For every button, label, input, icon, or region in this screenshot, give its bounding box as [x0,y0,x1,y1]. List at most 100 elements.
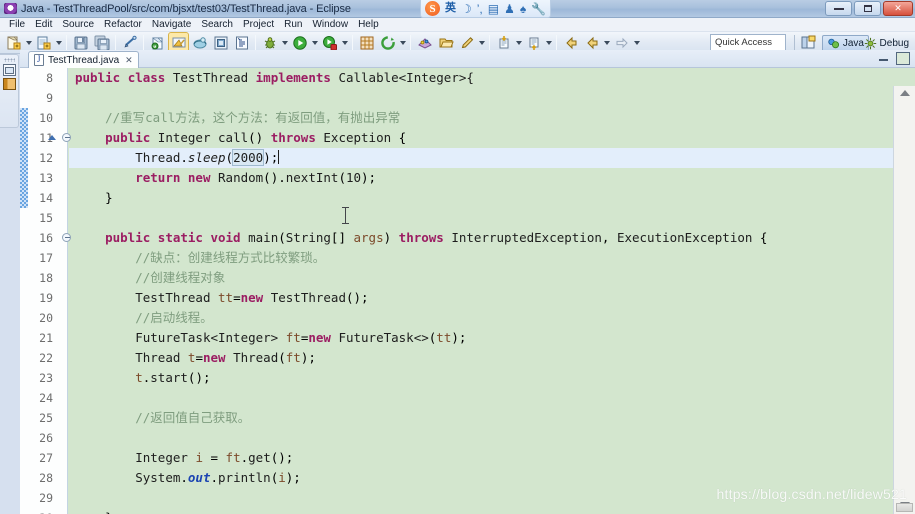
toolbar-separator [66,34,67,51]
toolbar-separator [794,35,795,51]
code-line-28: System.out.println(i); [135,470,301,485]
person-icon[interactable]: ♟ [504,3,515,15]
code-line-23: t.start(); [135,370,211,385]
line-number: 26 [39,431,53,445]
close-button[interactable]: ✕ [883,1,913,16]
line-number: 13 [39,171,53,185]
line-number: 30 [39,508,53,514]
toolbar-separator [255,34,256,51]
scrollbar-thumb[interactable] [896,503,913,512]
editor-area: TestThread.java ✕ 8 9 10 11 12 13 14 15 … [20,50,915,514]
eclipse-window: Java - TestThreadPool/src/com/bjsxt/test… [0,0,915,514]
line-number: 14 [39,191,53,205]
code-line-8: public class TestThread implements Calla… [75,70,474,85]
line-number: 17 [39,251,53,265]
code-line-12: Thread.sleep(2000); [20,148,915,168]
menu-edit[interactable]: Edit [30,18,57,32]
drag-handle[interactable] [3,58,15,62]
wrench-icon[interactable]: 🔧 [531,3,546,15]
menu-bar: File Edit Source Refactor Navigate Searc… [0,18,915,32]
toolbar-separator [410,34,411,51]
line-number: 24 [39,391,53,405]
menu-search[interactable]: Search [196,18,238,32]
tab-label: TestThread.java [48,54,120,66]
window-controls: ✕ [825,1,913,16]
toolbar-separator [489,34,490,51]
menu-file[interactable]: File [4,18,30,32]
open-perspective-button[interactable] [800,35,817,51]
ime-toolbar[interactable]: S 英 ☽ ’, ▤ ♟ ♠ 🔧 [420,0,552,18]
tab-testthread-java[interactable]: TestThread.java ✕ [28,51,139,68]
java-file-icon [34,54,44,66]
toolbar-separator [352,34,353,51]
package-explorer-icon[interactable] [2,78,16,90]
perspective-debug-label: Debug [879,38,909,49]
ime-language-mode[interactable]: 英 [445,3,456,14]
scroll-up-icon[interactable] [900,90,910,96]
maximize-editor-button[interactable] [896,52,910,65]
code-line-22: Thread t=new Thread(ft); [135,350,316,365]
line-number: 18 [39,271,53,285]
line-number: 9 [46,91,53,105]
window-title: Java - TestThreadPool/src/com/bjsxt/test… [21,2,351,15]
minimize-button[interactable] [825,1,852,16]
line-number: 15 [39,211,53,225]
menu-run[interactable]: Run [279,18,307,32]
toolbar-separator [115,34,116,51]
source-text[interactable]: public class TestThread implements Calla… [20,68,915,514]
comma-icon[interactable]: ’, [477,3,483,15]
sogou-logo-icon[interactable]: S [425,1,440,16]
menu-refactor[interactable]: Refactor [99,18,147,32]
shirt-icon[interactable]: ♠ [520,3,526,15]
menu-navigate[interactable]: Navigate [147,18,196,32]
code-line-16: public static void main(String[] args) t… [105,230,768,245]
fast-view-bar [0,54,19,128]
close-icon[interactable]: ✕ [125,55,133,66]
toolbar-separator [556,34,557,51]
code-line-20: //启动线程。 [135,310,213,325]
code-line-10: //重写call方法，这个方法：有返回值，有抛出异常 [105,110,401,125]
restore-icon[interactable] [2,64,16,76]
line-number: 8 [46,71,53,85]
editor-tab-bar: TestThread.java ✕ [20,50,915,68]
code-line-25: //返回值自己获取。 [135,410,251,425]
line-number: 16 [39,231,53,245]
code-line-13: return new Random().nextInt(10); [135,170,377,185]
menu-source[interactable]: Source [57,18,99,32]
menu-project[interactable]: Project [238,18,279,32]
code-line-11: public Integer call() throws Exception { [105,130,407,145]
code-editor[interactable]: 8 9 10 11 12 13 14 15 16 17 18 19 20 21 … [20,68,915,514]
keyboard-icon[interactable]: ▤ [488,3,499,15]
line-number-gutter[interactable]: 8 9 10 11 12 13 14 15 16 17 18 19 20 21 … [28,68,71,514]
line-number: 28 [39,471,53,485]
line-number: 20 [39,311,53,325]
change-ruler [20,68,28,514]
line-number: 29 [39,491,53,505]
code-line-30: } [69,508,893,514]
line-number: 27 [39,451,53,465]
code-line-14: } [75,190,113,205]
line-number: 19 [39,291,53,305]
line-number: 10 [39,111,53,125]
code-line-18: //创建线程对象 [135,270,226,285]
quick-access-input[interactable]: Quick Access [710,34,786,51]
code-line-21: FutureTask<Integer> ft=new FutureTask<>(… [135,330,467,345]
maximize-button[interactable] [854,1,881,16]
eclipse-icon [4,3,17,14]
line-number: 21 [39,331,53,345]
code-line-19: TestThread tt=new TestThread(); [135,290,369,305]
menu-window[interactable]: Window [307,18,353,32]
line-number: 12 [39,151,53,165]
moon-icon[interactable]: ☽ [461,3,472,15]
changed-lines-marker [20,108,28,208]
menu-help[interactable]: Help [353,18,384,32]
minimize-editor-button[interactable] [877,53,891,65]
line-number: 25 [39,411,53,425]
editor-vertical-scrollbar[interactable] [893,86,915,514]
code-line-17: //缺点：创建线程方式比较繁琐。 [135,250,326,265]
